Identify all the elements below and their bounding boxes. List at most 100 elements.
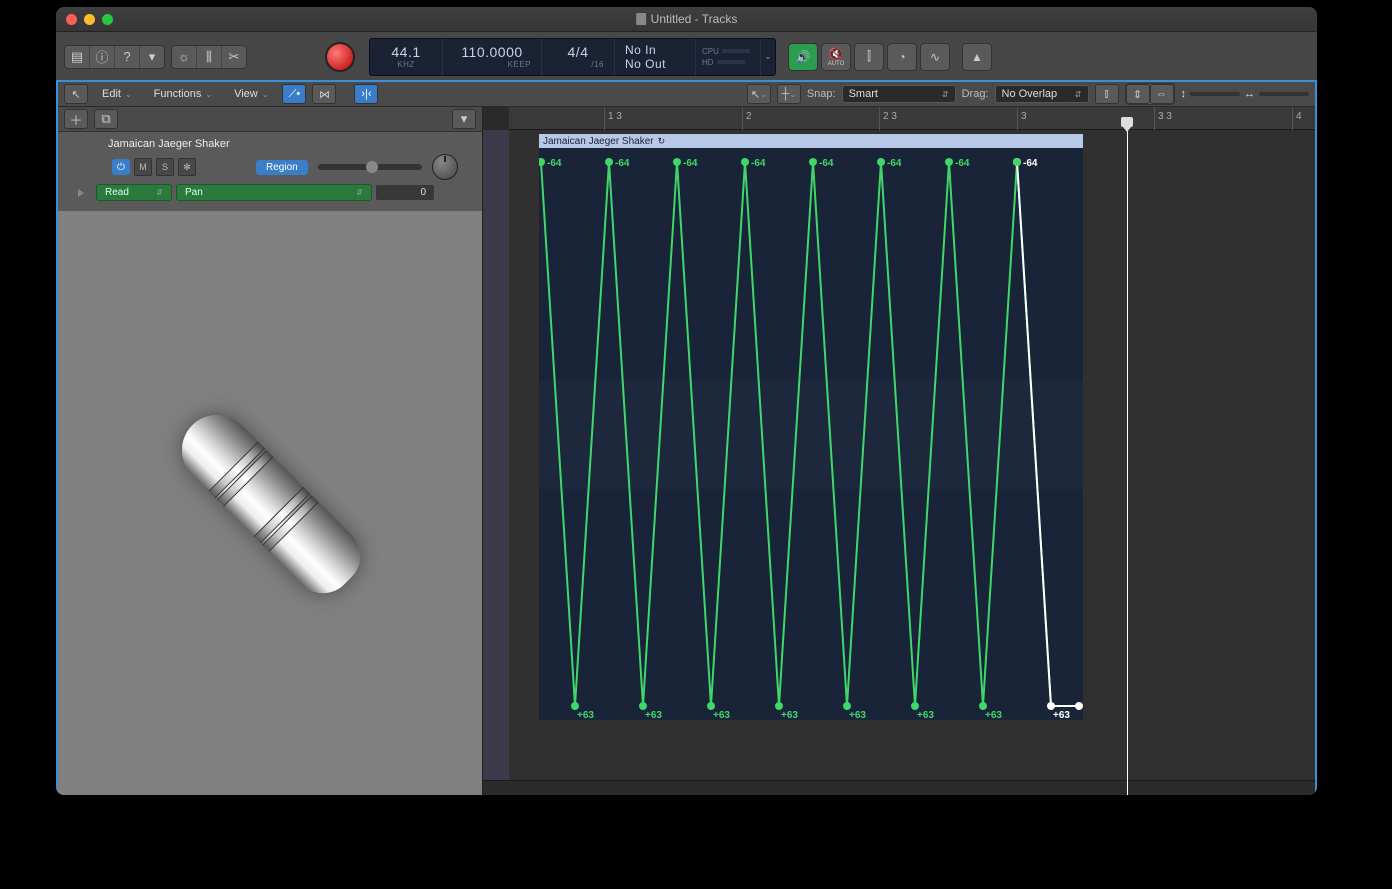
lcd-tempo-value: 110.0000 [453, 44, 531, 60]
marquee-tool[interactable]: ┼⌄ [777, 84, 801, 104]
snap-label: Snap: [807, 88, 836, 100]
pointer-up-button[interactable]: ↖ [64, 84, 88, 104]
node-label: +63 [645, 710, 662, 720]
node-label: +63 [985, 710, 1002, 720]
automation-param: Pan [185, 187, 203, 198]
drag-value: No Overlap [1002, 88, 1058, 100]
hzoom-slider[interactable] [1259, 92, 1309, 96]
add-button[interactable]: ＋ [64, 109, 88, 129]
region-button[interactable]: Region [256, 160, 308, 175]
lcd-samplerate[interactable]: 44.1 KHZ [370, 39, 443, 75]
pan-knob[interactable] [432, 154, 458, 180]
cpu-meter-icon [722, 49, 750, 53]
track-header: Jamaican Jaeger Shaker ⏻ M S ✻ Region Re… [58, 132, 482, 211]
solo-button[interactable]: S [156, 158, 174, 176]
master-controls: 🔊 🔇AUTO ⫿ ◔ ∿ [788, 43, 950, 71]
node-label: +63 [1053, 710, 1070, 720]
playhead-handle-icon [1121, 117, 1133, 127]
edit-menu[interactable]: Edit⌄ [94, 85, 140, 103]
inspector-toolbar: ＋ ⧉ ▾ [58, 107, 482, 132]
disclosure-icon[interactable] [78, 189, 84, 197]
shaker-icon [86, 319, 454, 687]
master-volume-button[interactable]: 🔊 [788, 43, 818, 71]
mixer-button[interactable]: ⫼ [197, 46, 222, 68]
lcd-io[interactable]: No In No Out [615, 39, 696, 75]
view-label: View [234, 88, 258, 100]
duplicate-button[interactable]: ⧉ [94, 109, 118, 129]
automation-value[interactable]: 0 [376, 185, 434, 200]
smart-controls-button[interactable]: ☼ [172, 46, 197, 68]
node-label: +63 [781, 710, 798, 720]
catch-button[interactable]: ›|‹ [354, 84, 378, 104]
functions-menu[interactable]: Functions⌄ [146, 85, 220, 103]
waveform-zoom-button[interactable]: ⫾ [1095, 84, 1119, 104]
library-button[interactable]: ▤ [65, 46, 90, 68]
volume-slider[interactable] [318, 164, 422, 170]
edit-label: Edit [102, 88, 121, 100]
node-label: +63 [713, 710, 730, 720]
minimize-icon[interactable] [84, 14, 95, 25]
auto-label: AUTO [828, 61, 845, 67]
automation-mode: Read [105, 187, 129, 198]
vzoom-slider[interactable] [1190, 92, 1240, 96]
zoom-icon[interactable] [102, 14, 113, 25]
window-title: Untitled - Tracks [636, 12, 738, 26]
power-button[interactable]: ⏻ [112, 159, 130, 175]
inspector-panel: ＋ ⧉ ▾ Jamaican Jaeger Shaker ⏻ M S ✻ Reg… [58, 107, 483, 795]
track-controls: ⏻ M S ✻ Region [68, 154, 472, 180]
node-label: -64 [683, 158, 698, 169]
vzoom-icon: ↕ [1181, 88, 1187, 100]
node-label: -64 [887, 158, 902, 169]
help-button[interactable]: ? [115, 46, 140, 68]
automation-param-select[interactable]: Pan⇵ [176, 184, 372, 201]
document-icon [636, 13, 646, 25]
dropdown-button[interactable]: ▾ [452, 109, 476, 129]
lcd-expand[interactable]: ⌄ [761, 39, 775, 75]
hzoom-icon: ↔ [1244, 88, 1255, 100]
lcd-display: 44.1 KHZ 110.0000 KEEP 4/4 /16 No In No … [369, 38, 776, 76]
playhead[interactable] [1127, 130, 1128, 795]
vfit-button[interactable]: ⇕ [1126, 84, 1150, 104]
record-button[interactable] [325, 42, 355, 72]
freeze-button[interactable]: ✻ [178, 158, 196, 176]
scissors-button[interactable]: ✂ [222, 46, 246, 68]
hd-meter-icon [717, 60, 745, 64]
hfit-button[interactable]: ⇔ [1150, 84, 1174, 104]
lcd-timesig[interactable]: 4/4 /16 [542, 39, 615, 75]
node-label: +63 [917, 710, 934, 720]
automation-mode-select[interactable]: Read⇵ [96, 184, 172, 201]
cpu-label: CPU [702, 47, 719, 56]
slider-thumb-icon [366, 161, 378, 173]
region-name: Jamaican Jaeger Shaker [543, 136, 654, 147]
traffic-lights [56, 14, 113, 25]
mute-button[interactable]: M [134, 158, 152, 176]
speed-button[interactable]: ◔ [887, 43, 917, 71]
audio-region[interactable]: Jamaican Jaeger Shaker ↻ [539, 134, 1083, 720]
flex-button[interactable]: ⋈ [312, 84, 336, 104]
chevron-down-icon: ⌄ [760, 90, 767, 99]
lcd-tempo[interactable]: 110.0000 KEEP [443, 39, 542, 75]
updown-icon: ⇵ [942, 90, 949, 99]
tuner-button[interactable]: ⫿ [854, 43, 884, 71]
horizontal-scrollbar[interactable] [483, 780, 1315, 795]
metronome-button[interactable]: ▲ [962, 43, 992, 71]
close-icon[interactable] [66, 14, 77, 25]
automation-button[interactable]: ⟋• [282, 84, 306, 104]
drag-select[interactable]: No Overlap⇵ [995, 85, 1089, 103]
node-label: -64 [615, 158, 630, 169]
lcd-tempo-mode: KEEP [453, 60, 531, 69]
node-label: -64 [751, 158, 766, 169]
snap-select[interactable]: Smart⇵ [842, 85, 956, 103]
ruler[interactable]: 1 3 2 2 3 3 3 3 4 [509, 107, 1315, 130]
curve-button[interactable]: ∿ [920, 43, 950, 71]
toolbar-toggle-button[interactable]: ▾ [140, 46, 164, 68]
node-label: -64 [1023, 158, 1038, 169]
inspector-button[interactable]: ⓘ [90, 46, 115, 68]
tracks-area[interactable]: Jamaican Jaeger Shaker ↻ [509, 130, 1315, 795]
track-name: Jamaican Jaeger Shaker [108, 138, 472, 150]
view-menu[interactable]: View⌄ [226, 85, 276, 103]
lcd-meters: CPU HD [696, 39, 761, 75]
pointer-tool[interactable]: ↖⌄ [747, 84, 771, 104]
chevron-down-icon: ⌄ [205, 90, 212, 99]
auto-button[interactable]: 🔇AUTO [821, 43, 851, 71]
